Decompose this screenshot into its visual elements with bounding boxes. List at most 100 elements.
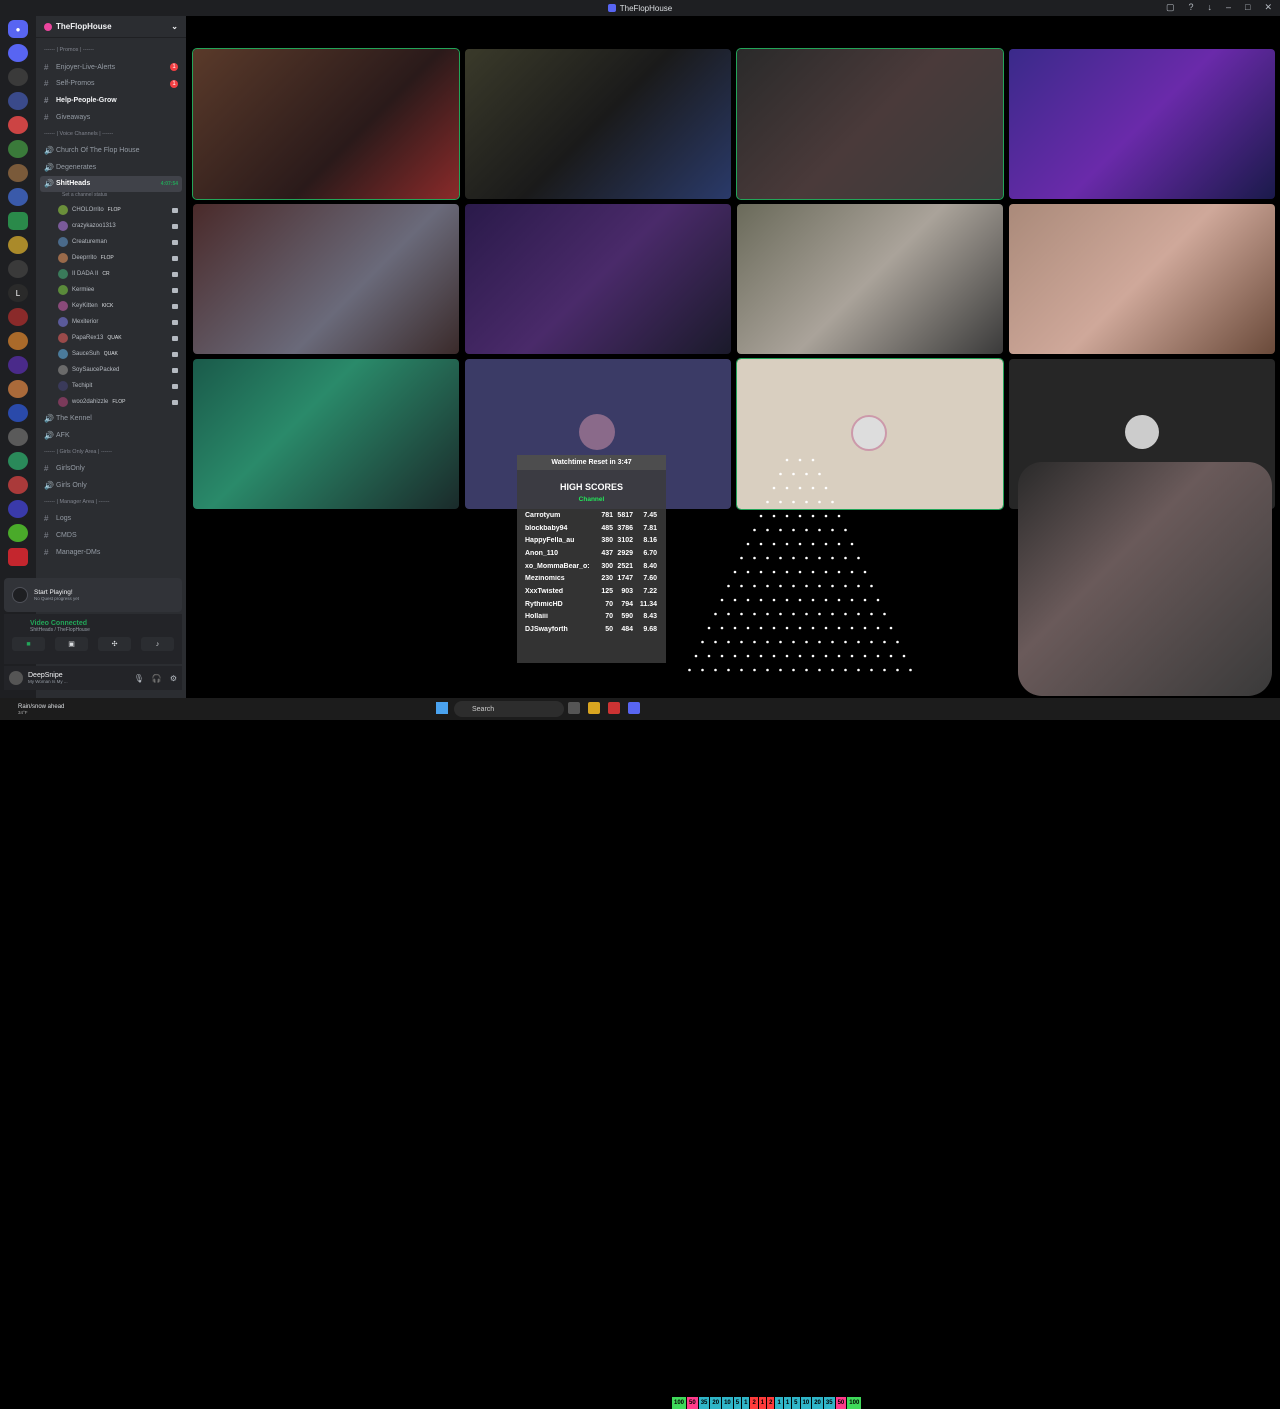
quest-title: Start Playing! [34, 589, 73, 596]
server-icon[interactable] [8, 452, 28, 470]
channel-cmds[interactable]: # CMDS [40, 527, 182, 544]
voice-member[interactable]: PapaRex13 QUAK [40, 330, 182, 346]
server-icon[interactable] [8, 236, 28, 254]
channel-self-promos[interactable]: # Self-Promos 1 [40, 75, 182, 92]
video-tile[interactable] [193, 204, 459, 354]
voice-member[interactable]: Mexiterior [40, 314, 182, 330]
file-explorer-icon[interactable] [588, 702, 600, 714]
help-icon[interactable]: ? [1188, 2, 1193, 13]
channel-enjoyer-live-alerts[interactable]: # Enjoyer-Live-Alerts 1 [40, 59, 182, 76]
avatar [58, 349, 68, 360]
plinko-peg [863, 598, 867, 602]
windows-start-icon[interactable] [436, 702, 448, 714]
channel-label: GirlsOnly [56, 465, 85, 473]
server-icon[interactable] [8, 548, 28, 566]
server-icon[interactable] [8, 332, 28, 350]
server-icon[interactable] [8, 92, 28, 110]
avatar[interactable] [9, 671, 23, 685]
server-icon[interactable] [8, 188, 28, 206]
server-icon[interactable] [8, 524, 28, 542]
voice-shitheads[interactable]: 🔊 ShitHeads 4:07:54 [40, 175, 182, 193]
server-icon[interactable] [8, 404, 28, 422]
voice-member[interactable]: SoySaucePacked [40, 362, 182, 378]
guild-header[interactable]: TheFlopHouse ⌄ [36, 16, 186, 38]
voice-member[interactable]: crazykazoo1313 [40, 218, 182, 234]
category-promos[interactable]: ------ | Promos | ------ [40, 42, 182, 59]
voice-member[interactable]: KeyKitten KICK [40, 298, 182, 314]
server-icon[interactable] [8, 212, 28, 230]
video-tile[interactable] [1009, 204, 1275, 354]
category-voice-channels[interactable]: ------ | Voice Channels | ------ [40, 125, 182, 142]
task-view-icon[interactable] [568, 702, 580, 714]
server-icon[interactable] [8, 380, 28, 398]
search-input[interactable]: Search [454, 701, 564, 717]
server-icon[interactable] [8, 260, 28, 278]
voice-member[interactable]: woo2dahizzle FLOP [40, 394, 182, 410]
mention-badge: 1 [170, 63, 178, 72]
voice-member[interactable]: Creatureman [40, 234, 182, 250]
plinko-peg [772, 626, 776, 630]
channel-status[interactable]: Set a channel status [40, 192, 182, 202]
download-icon[interactable]: ↓ [1208, 2, 1213, 13]
avatar [58, 269, 68, 280]
minimize-button[interactable]: – [1226, 2, 1231, 13]
dm-home-icon[interactable]: ● [8, 20, 28, 38]
channel-girlsonly[interactable]: # GirlsOnly [40, 460, 182, 477]
voice-member[interactable]: Techipit [40, 378, 182, 394]
weather-widget[interactable]: Rain/snow ahead 34°F [0, 704, 120, 715]
camera-button[interactable]: ■ [12, 637, 45, 651]
app-icon[interactable] [608, 702, 620, 714]
server-icon[interactable] [8, 164, 28, 182]
server-icon[interactable] [8, 428, 28, 446]
voice-member[interactable]: CHOLOrrito FLOP [40, 202, 182, 218]
video-tile[interactable] [736, 48, 1004, 200]
inbox-icon[interactable]: ▢ [1166, 2, 1175, 13]
screen-share-button[interactable]: ▣ [55, 637, 88, 651]
server-icon[interactable] [8, 116, 28, 134]
voice-degenerates[interactable]: 🔊 Degenerates [40, 159, 182, 176]
video-tile[interactable] [193, 359, 459, 509]
video-tile[interactable] [465, 204, 731, 354]
channel-logs[interactable]: # Logs [40, 510, 182, 527]
voice-church-of-the-flop-house[interactable]: 🔊 Church Of The Flop House [40, 142, 182, 159]
window-titlebar: TheFlopHouse ▢ ? ↓ – □ ✕ [0, 0, 1280, 16]
server-icon[interactable] [8, 356, 28, 374]
headphones-icon[interactable]: 🎧 [152, 674, 162, 683]
server-icon[interactable] [8, 476, 28, 494]
maximize-button[interactable]: □ [1245, 2, 1250, 13]
hash-icon: # [44, 464, 49, 474]
server-icon[interactable] [8, 140, 28, 158]
video-tile[interactable] [737, 204, 1003, 354]
plinko-peg [870, 584, 873, 588]
plinko-peg [850, 598, 854, 602]
gear-icon[interactable]: ⚙ [170, 674, 177, 683]
video-tile[interactable] [192, 48, 460, 200]
camera-icon [172, 255, 178, 261]
voice-the-kennel[interactable]: 🔊 The Kennel [40, 410, 182, 427]
close-button[interactable]: ✕ [1264, 2, 1272, 13]
category-manager-area[interactable]: ------ | Manager Area | ------ [40, 494, 182, 511]
voice-member[interactable]: SauceSuh QUAK [40, 346, 182, 362]
quest-banner[interactable]: Start Playing! No Quest progress yet [4, 578, 182, 612]
microphone-icon[interactable]: 🎙 [134, 674, 144, 683]
server-icon[interactable]: L [8, 284, 28, 302]
server-icon[interactable] [8, 68, 28, 86]
video-tile[interactable] [1009, 49, 1275, 199]
plinko-slot: 5 [733, 1397, 742, 1409]
channel-giveaways[interactable]: # Giveaways [40, 109, 182, 126]
voice-member[interactable]: Deeprrito FLOP [40, 250, 182, 266]
voice-member[interactable]: II DADA II CR [40, 266, 182, 282]
channel-help-people-grow[interactable]: # Help-People-Grow [40, 92, 182, 109]
server-icon[interactable] [8, 44, 28, 62]
server-icon[interactable] [8, 500, 28, 518]
activities-button[interactable]: ✣ [98, 637, 131, 651]
voice-member[interactable]: Kermiee [40, 282, 182, 298]
app-icon[interactable] [628, 702, 640, 714]
channel-manager-dms[interactable]: # Manager-DMs [40, 544, 182, 561]
server-icon[interactable] [8, 308, 28, 326]
soundboard-button[interactable]: ♪ [141, 637, 174, 651]
video-tile[interactable] [465, 49, 731, 199]
category-girls-only-area[interactable]: ------ | Girls Only Area | ------ [40, 444, 182, 461]
voice-afk[interactable]: 🔊 AFK [40, 427, 182, 444]
voice-girls-only[interactable]: 🔊 Girls Only [40, 477, 182, 494]
